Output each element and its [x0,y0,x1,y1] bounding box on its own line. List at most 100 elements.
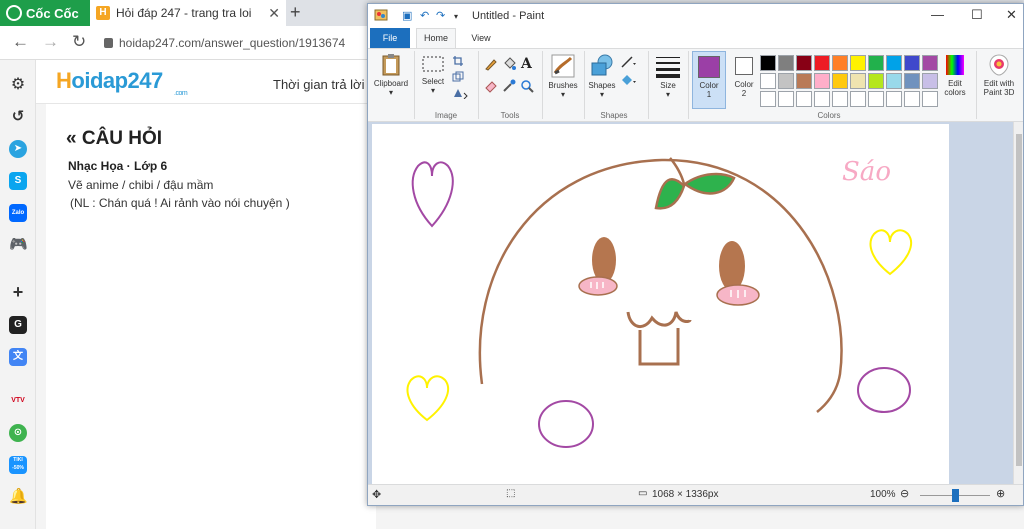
palette-swatch[interactable] [850,55,866,71]
question-heading-text: CÂU HỎI [81,128,163,149]
color-picker-icon[interactable] [502,79,516,93]
palette-swatch[interactable] [904,73,920,89]
browser-tab[interactable]: H Hỏi đáp 247 - trang tra loi ✕ [90,0,286,26]
palette-swatch[interactable] [922,73,938,89]
palette-swatch[interactable] [778,91,794,107]
palette-swatch[interactable] [760,73,776,89]
select-button[interactable]: Select ▾ [418,53,448,95]
palette-swatch[interactable] [832,91,848,107]
color1-button[interactable]: Color 1 [692,51,726,109]
zoom-level: 100% [870,489,896,500]
palette-swatch[interactable] [922,55,938,71]
palette-swatch[interactable] [796,73,812,89]
logo-text: oidap247 [71,68,163,93]
extension-icon[interactable]: ⊙ [9,424,27,442]
site-logo[interactable]: Hoidap247 .com [56,68,188,97]
palette-swatch[interactable] [796,91,812,107]
reload-icon[interactable]: ↻ [72,32,86,52]
palette-swatch[interactable] [886,91,902,107]
palette-swatch[interactable] [778,55,794,71]
palette-swatch[interactable] [796,55,812,71]
clipboard-button[interactable]: Clipboard ▾ [372,53,410,97]
zoom-out-icon[interactable]: ⊖ [900,487,909,500]
palette-swatch[interactable] [832,73,848,89]
settings-gear-icon[interactable]: ⚙ [9,76,27,94]
question-card: « CÂU HỎI Nhạc Họa · Lớp 6 Vẽ anime / ch… [46,104,376,529]
grammarly-icon[interactable]: G [9,316,27,334]
shapes-label: Shapes [588,81,616,90]
palette-swatch[interactable] [778,73,794,89]
resize-icon[interactable] [452,71,464,83]
palette-swatch[interactable] [868,55,884,71]
drawing-canvas[interactable]: Sáo [372,124,949,484]
zoom-in-icon[interactable]: ⊕ [996,487,1005,500]
tiki-icon[interactable]: TIKI -50% [9,456,27,474]
fill-bucket-icon[interactable] [502,57,516,71]
palette-swatch[interactable] [760,91,776,107]
url-field[interactable]: hoidap247.com/answer_question/1913674 [104,33,345,53]
telegram-icon[interactable]: ➤ [9,140,27,158]
tab-view[interactable]: View [462,28,500,48]
translate-icon[interactable]: 文 [9,348,27,366]
svg-text:A: A [520,56,533,71]
palette-swatch[interactable] [904,91,920,107]
double-chevron-left-icon: « [66,128,77,149]
maximize-icon[interactable]: ☐ [971,7,983,23]
palette-swatch[interactable] [814,55,830,71]
palette-swatch[interactable] [850,91,866,107]
palette-swatch[interactable] [868,73,884,89]
new-tab-button[interactable]: + [290,2,301,23]
palette-swatch[interactable] [814,73,830,89]
palette-swatch[interactable] [922,91,938,107]
undo-icon[interactable]: ↶ [420,9,429,22]
color2-button[interactable]: Color 2 [728,51,760,109]
pencil-icon[interactable] [484,57,498,71]
brushes-button[interactable]: Brushes ▾ [544,53,582,99]
palette-swatch[interactable] [850,73,866,89]
add-sidebar-icon[interactable]: + [9,283,27,301]
browser-brand[interactable]: Cốc Cốc [0,0,90,26]
zoom-slider-thumb[interactable] [952,489,959,502]
fill-icon[interactable] [620,73,638,87]
skype-icon[interactable]: S [9,172,27,190]
paint-app-icon [374,9,388,21]
mouth-box [638,328,680,366]
save-icon[interactable]: ▣ [402,9,412,22]
ribbon: Clipboard ▾ Select ▾ Image A Tools Brush… [368,48,1023,122]
back-arrow-icon[interactable]: ← [12,32,29,52]
tab-close-icon[interactable]: ✕ [268,5,280,22]
history-icon[interactable]: ↺ [9,108,27,126]
palette-swatch[interactable] [760,55,776,71]
palette-swatch[interactable] [814,91,830,107]
rotate-icon[interactable] [452,87,470,99]
question-text-line: Vẽ anime / chibi / đậu mầm [68,178,214,192]
text-tool-icon[interactable]: A [520,55,534,71]
tab-home[interactable]: Home [416,28,456,48]
redo-icon[interactable]: ↷ [436,9,445,22]
zalo-icon[interactable]: Zalo [9,204,27,222]
close-window-icon[interactable]: ✕ [1006,7,1017,23]
games-icon[interactable]: 🎮 [9,236,28,254]
shapes-button[interactable]: Shapes ▾ [586,53,618,99]
customize-quick-access-icon[interactable]: ▾ [454,12,458,21]
scrollbar-thumb[interactable] [1016,134,1022,466]
palette-swatch[interactable] [868,91,884,107]
tab-file[interactable]: File [370,28,410,48]
forward-arrow-icon[interactable]: → [42,32,59,52]
crop-icon[interactable] [452,55,464,67]
outline-icon[interactable] [620,55,638,69]
notification-bell-icon[interactable]: 🔔 [9,488,28,506]
minimize-icon[interactable]: — [931,7,944,22]
vertical-scrollbar[interactable] [1013,122,1023,484]
palette-swatch[interactable] [886,73,902,89]
palette-swatch[interactable] [904,55,920,71]
size-button[interactable]: Size ▾ [652,53,684,99]
palette-swatch[interactable] [832,55,848,71]
vtv-icon[interactable]: VTV [9,392,27,410]
palette-swatch[interactable] [886,55,902,71]
magnifier-icon[interactable] [520,79,534,93]
edit-with-paint3d-button[interactable]: Edit with Paint 3D [976,53,1022,97]
edit-colors-button[interactable]: Edit colors [938,53,972,97]
eraser-icon[interactable] [484,79,498,93]
selection-icon: ⬚ [506,488,516,499]
